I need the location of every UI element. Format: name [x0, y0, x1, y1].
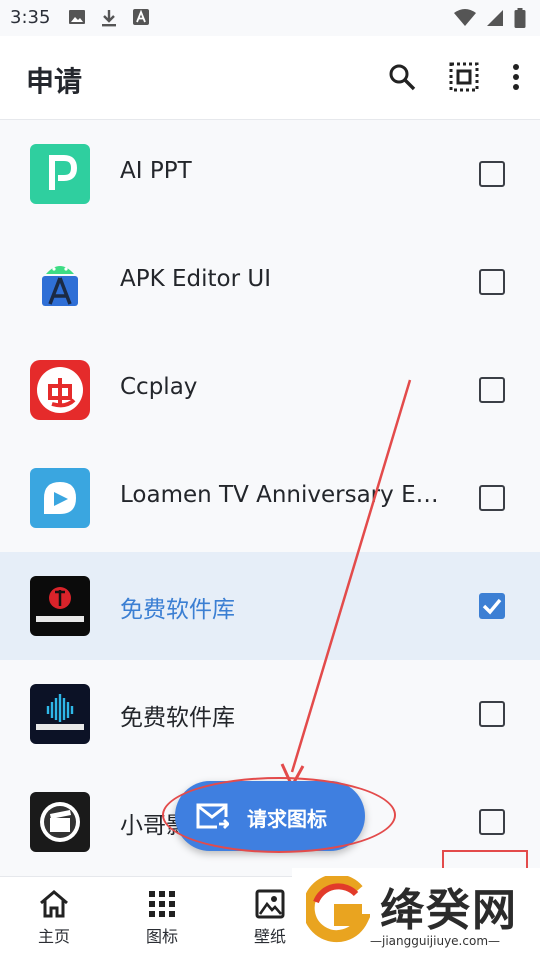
nav-label: 主页 — [37, 927, 70, 946]
watermark-logo — [306, 876, 370, 943]
nav-item-home[interactable]: 主页 — [14, 889, 94, 947]
image-icon — [255, 889, 285, 919]
home-icon — [40, 890, 68, 918]
nav-item-icons[interactable]: 图标 — [122, 889, 202, 947]
annotation-ellipse — [162, 777, 396, 853]
grid-icon — [149, 891, 175, 917]
watermark-title: 绛癸网 — [380, 885, 518, 936]
nav-label: 图标 — [145, 927, 178, 946]
watermark: 绛癸网 —jiangguijiuye.com— — [292, 868, 540, 960]
watermark-url: —jiangguijiuye.com— — [370, 934, 501, 948]
